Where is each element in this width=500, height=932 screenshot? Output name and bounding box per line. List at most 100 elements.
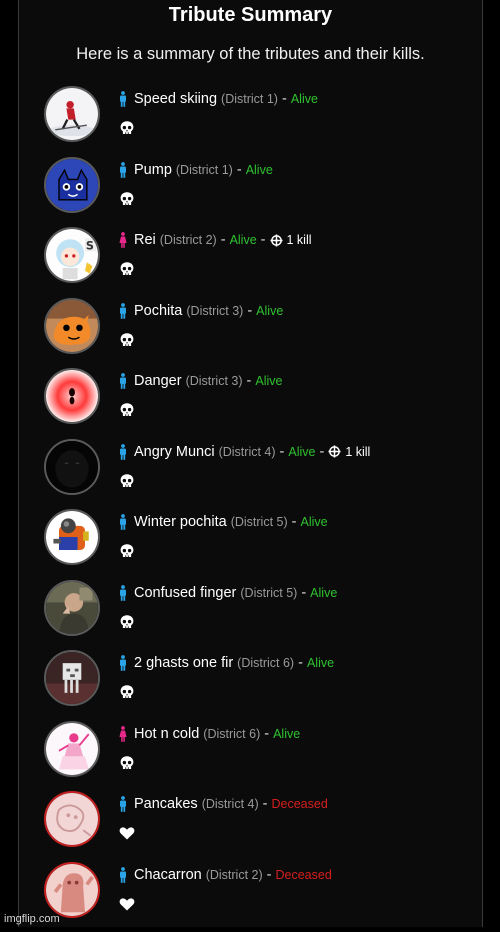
tribute-row: Chacarron (District 2) - Deceased xyxy=(19,862,482,932)
tribute-name: Speed skiing xyxy=(134,91,217,107)
kills-separator: - xyxy=(261,232,266,248)
kill-count: 1 kill xyxy=(328,445,370,459)
tribute-name: 2 ghasts one fir xyxy=(134,655,233,671)
tribute-avatar[interactable] xyxy=(44,439,100,495)
tribute-status: Deceased xyxy=(276,868,332,882)
separator: - xyxy=(292,514,297,530)
tribute-row: Hot n cold (District 6) - Alive xyxy=(19,721,482,792)
tribute-info: 2 ghasts one fir (District 6) - Alive xyxy=(119,655,334,671)
heart-icon xyxy=(119,825,135,841)
watermark: imgflip.com xyxy=(4,913,60,925)
tribute-info: Pancakes (District 4) - Deceased xyxy=(119,796,328,812)
skull-icon xyxy=(119,402,135,418)
tribute-avatar[interactable] xyxy=(44,580,100,636)
female-icon xyxy=(119,232,127,248)
male-icon xyxy=(119,867,127,883)
tribute-district: (District 3) xyxy=(186,304,243,318)
male-icon xyxy=(119,444,127,460)
tribute-status: Alive xyxy=(300,515,327,529)
separator: - xyxy=(263,796,268,812)
tribute-status: Alive xyxy=(230,233,257,247)
tribute-district: (District 5) xyxy=(231,515,288,529)
tribute-avatar[interactable] xyxy=(44,157,100,213)
tribute-status: Alive xyxy=(246,163,273,177)
tribute-info: Confused finger (District 5) - Alive xyxy=(119,585,337,601)
male-icon xyxy=(119,514,127,530)
tribute-avatar[interactable] xyxy=(44,650,100,706)
female-icon xyxy=(119,726,127,742)
tribute-avatar[interactable] xyxy=(44,721,100,777)
tribute-avatar[interactable]: S xyxy=(44,227,100,283)
tribute-name: Winter pochita xyxy=(134,514,227,530)
page-subtitle: Here is a summary of the tributes and th… xyxy=(19,45,482,64)
tribute-info: Winter pochita (District 5) - Alive xyxy=(119,514,328,530)
tribute-district: (District 5) xyxy=(240,586,297,600)
crosshair-icon xyxy=(328,445,345,458)
tribute-name: Angry Munci xyxy=(134,444,215,460)
tribute-info: Danger (District 3) - Alive xyxy=(119,373,282,389)
separator: - xyxy=(247,373,252,389)
tribute-row: 2 ghasts one fir (District 6) - Alive xyxy=(19,650,482,721)
male-icon xyxy=(119,585,127,601)
tribute-row: Angry Munci (District 4) - Alive -1 kill xyxy=(19,439,482,510)
kill-count-label: 1 kill xyxy=(287,233,312,247)
tribute-info: Angry Munci (District 4) - Alive -1 kill xyxy=(119,444,370,460)
skull-icon xyxy=(119,684,135,700)
tribute-avatar[interactable] xyxy=(44,298,100,354)
crosshair-icon xyxy=(270,234,287,247)
tribute-name: Hot n cold xyxy=(134,726,199,742)
kills-separator: - xyxy=(319,444,324,460)
tribute-district: (District 2) xyxy=(206,868,263,882)
tribute-status: Alive xyxy=(256,304,283,318)
male-icon xyxy=(119,303,127,319)
tribute-avatar[interactable] xyxy=(44,509,100,565)
tribute-avatar[interactable] xyxy=(44,86,100,142)
male-icon xyxy=(119,655,127,671)
tribute-status: Alive xyxy=(273,727,300,741)
tribute-row: Winter pochita (District 5) - Alive xyxy=(19,509,482,580)
summary-panel: Tribute Summary Here is a summary of the… xyxy=(18,0,483,927)
tribute-name: Pochita xyxy=(134,303,182,319)
kill-count: 1 kill xyxy=(270,233,312,247)
tribute-district: (District 1) xyxy=(221,92,278,106)
svg-text:S: S xyxy=(86,239,94,252)
skull-icon xyxy=(119,543,135,559)
separator: - xyxy=(267,867,272,883)
male-icon xyxy=(119,162,127,178)
tribute-name: Chacarron xyxy=(134,867,202,883)
separator: - xyxy=(221,232,226,248)
tribute-name: Rei xyxy=(134,232,156,248)
tribute-name: Pancakes xyxy=(134,796,198,812)
tribute-info: Hot n cold (District 6) - Alive xyxy=(119,726,300,742)
tribute-name: Confused finger xyxy=(134,585,236,601)
male-icon xyxy=(119,91,127,107)
tribute-row: S Rei (District 2) - Alive -1 kill xyxy=(19,227,482,298)
tribute-row: Danger (District 3) - Alive xyxy=(19,368,482,439)
tribute-row: Speed skiing (District 1) - Alive xyxy=(19,86,482,157)
male-icon xyxy=(119,373,127,389)
tribute-row: Pancakes (District 4) - Deceased xyxy=(19,791,482,862)
tribute-avatar[interactable] xyxy=(44,368,100,424)
tribute-row: Pochita (District 3) - Alive xyxy=(19,298,482,369)
tribute-info: Pump (District 1) - Alive xyxy=(119,162,273,178)
skull-icon xyxy=(119,473,135,489)
tribute-status: Alive xyxy=(288,445,315,459)
tribute-district: (District 6) xyxy=(237,656,294,670)
tribute-list: Speed skiing (District 1) - Alive Pump (… xyxy=(19,86,482,932)
tribute-avatar[interactable] xyxy=(44,791,100,847)
skull-icon xyxy=(119,120,135,136)
skull-icon xyxy=(119,261,135,277)
tribute-name: Pump xyxy=(134,162,172,178)
separator: - xyxy=(247,303,252,319)
tribute-avatar[interactable] xyxy=(44,862,100,918)
tribute-info: Chacarron (District 2) - Deceased xyxy=(119,867,332,883)
kill-count-label: 1 kill xyxy=(345,445,370,459)
tribute-info: Pochita (District 3) - Alive xyxy=(119,303,283,319)
tribute-status: Alive xyxy=(310,586,337,600)
tribute-district: (District 6) xyxy=(203,727,260,741)
tribute-info: Speed skiing (District 1) - Alive xyxy=(119,91,318,107)
separator: - xyxy=(282,91,287,107)
heart-icon xyxy=(119,896,135,912)
separator: - xyxy=(280,444,285,460)
tribute-row: Pump (District 1) - Alive xyxy=(19,157,482,228)
